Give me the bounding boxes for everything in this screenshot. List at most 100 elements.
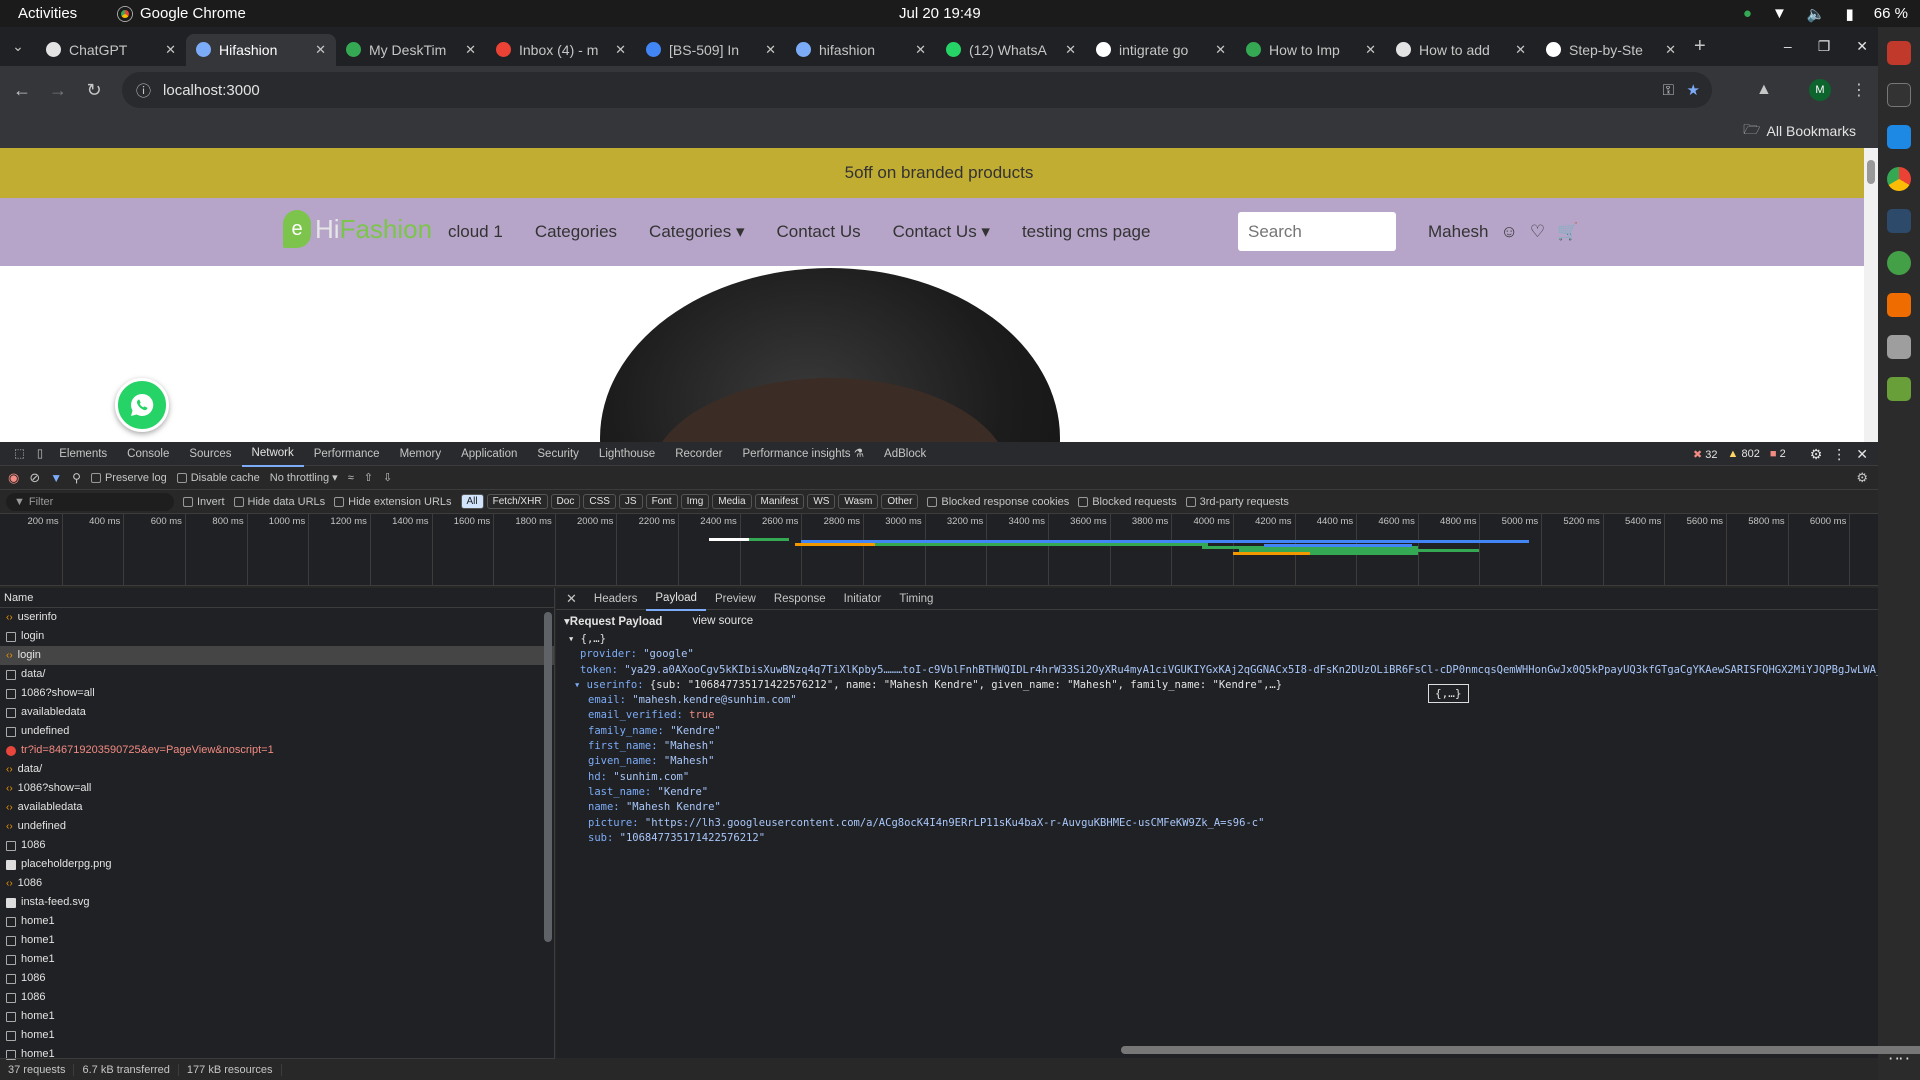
tab-close-icon[interactable]: ✕ xyxy=(615,42,626,58)
browser-tab[interactable]: Step-by-Ste ✕ xyxy=(1536,34,1686,66)
tab-close-icon[interactable]: ✕ xyxy=(465,42,476,58)
user-icon[interactable]: ☺ xyxy=(1500,222,1517,242)
browser-tab[interactable]: Hifashion ✕ xyxy=(186,33,336,66)
page-scrollbar[interactable] xyxy=(1864,148,1878,442)
request-row[interactable]: placeholderpg.png xyxy=(0,855,554,874)
devtools-tab[interactable]: Recorder xyxy=(665,442,732,466)
browser-tab[interactable]: How to add ✕ xyxy=(1386,34,1536,66)
site-logo[interactable]: e Hi Fashion xyxy=(283,210,432,248)
filter-chip[interactable]: Img xyxy=(680,494,710,509)
request-row[interactable]: ‹› 1086?show=all xyxy=(0,779,554,798)
disk-icon[interactable] xyxy=(1887,335,1911,359)
error-count[interactable]: ✖ 32 xyxy=(1693,448,1718,461)
close-window-icon[interactable]: ✕ xyxy=(1856,38,1868,55)
app-menu[interactable]: Google Chrome xyxy=(118,5,246,22)
filter-chip[interactable]: Wasm xyxy=(838,494,879,509)
devtools-tab[interactable]: Network xyxy=(241,441,304,467)
request-row[interactable]: undefined xyxy=(0,722,554,741)
back-icon[interactable]: ← xyxy=(4,80,40,101)
filter-chip[interactable]: Fetch/XHR xyxy=(486,494,548,509)
browser-tab[interactable]: [BS-509] In ✕ xyxy=(636,34,786,66)
vscode-icon[interactable] xyxy=(1887,125,1911,149)
site-nav-link[interactable]: Contact Us xyxy=(777,222,861,242)
view-source-link[interactable]: view source xyxy=(692,615,753,627)
inspect-element-icon[interactable]: ⬚ xyxy=(8,442,31,466)
hide-data-urls-checkbox[interactable]: Hide data URLs xyxy=(233,496,325,508)
payload-root[interactable]: ▾ {,…} xyxy=(566,632,1878,647)
browser-tab[interactable]: ChatGPT ✕ xyxy=(36,34,186,66)
activities-button[interactable]: Activities xyxy=(18,5,77,22)
wishlist-heart-icon[interactable]: ♡ xyxy=(1530,222,1545,242)
tab-close-icon[interactable]: ✕ xyxy=(1065,42,1076,58)
filter-chip[interactable]: Font xyxy=(645,494,678,509)
request-row[interactable]: ‹› undefined xyxy=(0,817,554,836)
site-nav-link[interactable]: Contact Us ▾ xyxy=(893,222,990,242)
sublime-icon[interactable] xyxy=(1887,293,1911,317)
search-icon[interactable]: ⚲ xyxy=(72,471,81,485)
request-row[interactable]: tr?id=846719203590725&ev=PageView&noscri… xyxy=(0,741,554,760)
chrome-menu-icon[interactable]: ⋮ xyxy=(1851,80,1867,100)
tab-close-icon[interactable]: ✕ xyxy=(1215,42,1226,58)
request-row[interactable]: ‹› data/ xyxy=(0,760,554,779)
all-bookmarks-button[interactable]: All Bookmarks xyxy=(1767,123,1856,139)
address-bar[interactable]: ⓘ localhost:3000 ⚿ ★ xyxy=(122,72,1712,108)
request-row[interactable]: 1086 xyxy=(0,969,554,988)
restore-icon[interactable]: ❐ xyxy=(1818,38,1831,55)
request-row[interactable]: home1 xyxy=(0,950,554,969)
whatsapp-icon[interactable] xyxy=(115,378,169,432)
preserve-log-checkbox[interactable]: Preserve log xyxy=(90,472,167,484)
network-overview-timeline[interactable]: 200 ms 400 ms 600 ms 800 ms 1000 ms 1200 ms 14… xyxy=(0,514,1878,586)
browser-tab[interactable]: (12) WhatsA ✕ xyxy=(936,34,1086,66)
network-conditions-icon[interactable]: ≈ xyxy=(348,472,354,484)
settings-gear-icon[interactable]: ⚙ xyxy=(1810,446,1823,463)
chrome-dock-icon[interactable] xyxy=(1887,167,1911,191)
request-row[interactable]: home1 xyxy=(0,931,554,950)
site-nav-link[interactable]: Categories xyxy=(535,222,617,242)
tab-close-icon[interactable]: ✕ xyxy=(315,42,326,58)
forward-icon[interactable]: → xyxy=(40,80,76,101)
request-row[interactable]: availabledata xyxy=(0,703,554,722)
record-icon[interactable]: ◉ xyxy=(8,470,19,486)
throttling-select[interactable]: No throttling ▾ xyxy=(270,471,338,484)
browser-tab[interactable]: How to Imp ✕ xyxy=(1236,34,1386,66)
filter-chip[interactable]: Doc xyxy=(550,494,581,509)
filter-chip[interactable]: Manifest xyxy=(754,494,805,509)
site-nav-link[interactable]: cloud 1 xyxy=(448,222,503,242)
site-search-input[interactable] xyxy=(1238,212,1396,251)
filter-chip[interactable]: CSS xyxy=(583,494,616,509)
tab-close-icon[interactable]: ✕ xyxy=(1515,42,1526,58)
devtools-tab[interactable]: Console xyxy=(117,442,179,466)
request-row[interactable]: 1086?show=all xyxy=(0,684,554,703)
warning-count[interactable]: ▲ 802 xyxy=(1728,448,1760,460)
request-row[interactable]: ‹› availabledata xyxy=(0,798,554,817)
hide-extension-urls-checkbox[interactable]: Hide extension URLs xyxy=(334,496,452,508)
close-detail-icon[interactable]: ✕ xyxy=(564,588,585,610)
devtools-tab[interactable]: Performance xyxy=(304,442,390,466)
import-har-icon[interactable]: ⇧ xyxy=(364,471,373,484)
devtools-tab[interactable]: Application xyxy=(451,442,527,466)
password-key-icon[interactable]: ⚿ xyxy=(1663,82,1674,99)
tab-search-button[interactable]: ⌄ xyxy=(0,38,36,55)
detail-tab[interactable]: Payload xyxy=(646,587,706,611)
extensions-icon[interactable]: ▲ xyxy=(1756,81,1772,99)
device-toolbar-icon[interactable]: ▯ xyxy=(31,442,49,466)
devtools-tab[interactable]: Lighthouse xyxy=(589,442,665,466)
request-list-scrollbar[interactable] xyxy=(544,612,552,942)
filter-chip[interactable]: WS xyxy=(807,494,836,509)
close-devtools-icon[interactable]: ✕ xyxy=(1856,446,1868,463)
clear-icon[interactable]: ⊘ xyxy=(29,470,40,486)
request-row[interactable]: login xyxy=(0,627,554,646)
files-icon[interactable] xyxy=(1887,41,1911,65)
new-tab-button[interactable]: + xyxy=(1694,35,1706,58)
request-row[interactable]: 1086 xyxy=(0,988,554,1007)
blocked-cookies-checkbox[interactable]: Blocked response cookies xyxy=(927,496,1069,508)
detail-tab[interactable]: Preview xyxy=(706,588,765,610)
detail-tab[interactable]: Initiator xyxy=(835,588,891,610)
filter-chip[interactable]: All xyxy=(460,494,484,509)
browser-tab[interactable]: My DeskTim ✕ xyxy=(336,34,486,66)
bookmark-star-icon[interactable]: ★ xyxy=(1687,81,1700,99)
site-info-icon[interactable]: ⓘ xyxy=(136,80,151,101)
site-nav-link[interactable]: Categories ▾ xyxy=(649,222,744,242)
disable-cache-checkbox[interactable]: Disable cache xyxy=(176,472,260,484)
system-monitor-icon[interactable] xyxy=(1887,209,1911,233)
